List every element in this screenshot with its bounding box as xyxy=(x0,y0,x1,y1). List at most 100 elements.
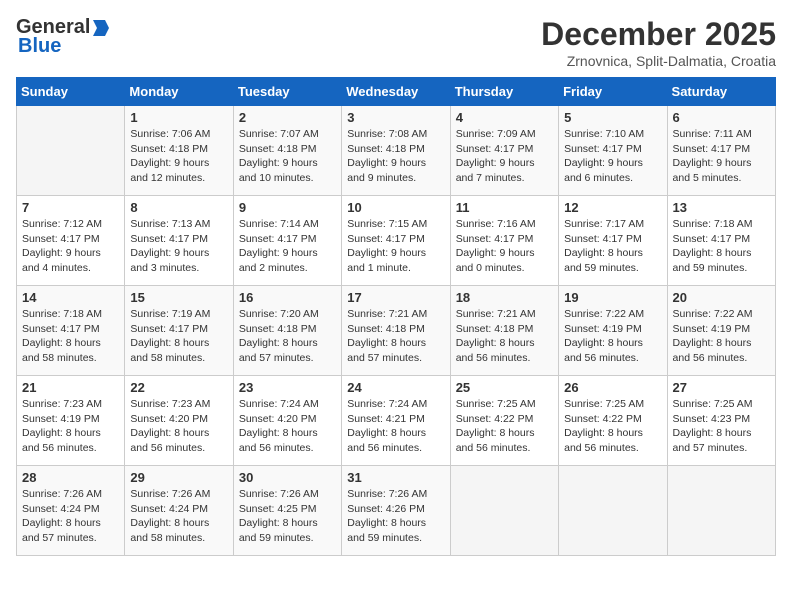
day-number: 3 xyxy=(347,110,444,125)
day-info: Sunrise: 7:10 AMSunset: 4:17 PMDaylight:… xyxy=(564,127,661,186)
logo-icon xyxy=(91,18,111,38)
calendar-cell: 12 Sunrise: 7:17 AMSunset: 4:17 PMDayligh… xyxy=(559,196,667,286)
day-number: 7 xyxy=(22,200,119,215)
calendar-cell: 24Sunrise: 7:24 AMSunset: 4:21 PMDayligh… xyxy=(342,376,450,466)
day-number: 29 xyxy=(130,470,227,485)
header-sunday: Sunday xyxy=(17,78,125,106)
calendar-week-row: 1 Sunrise: 7:06 AMSunset: 4:18 PMDaylight… xyxy=(17,106,776,196)
day-info: Sunrise: 7:11 AMSunset: 4:17 PMDaylight:… xyxy=(673,127,770,186)
day-info: Sunrise: 7:18 AMSunset: 4:17 PMDaylight:… xyxy=(673,217,770,276)
day-number: 16 xyxy=(239,290,336,305)
calendar-cell: 13 Sunrise: 7:18 AMSunset: 4:17 PMDayligh… xyxy=(667,196,775,286)
calendar-cell: 15Sunrise: 7:19 AMSunset: 4:17 PMDayligh… xyxy=(125,286,233,376)
day-info: Sunrise: 7:12 AMSunset: 4:17 PMDaylight:… xyxy=(22,217,119,276)
day-number: 17 xyxy=(347,290,444,305)
header-saturday: Saturday xyxy=(667,78,775,106)
day-info: Sunrise: 7:17 AMSunset: 4:17 PMDaylight:… xyxy=(564,217,661,276)
calendar-cell: 26Sunrise: 7:25 AMSunset: 4:22 PMDayligh… xyxy=(559,376,667,466)
day-info: Sunrise: 7:06 AMSunset: 4:18 PMDaylight:… xyxy=(130,127,227,186)
calendar-week-row: 28 Sunrise: 7:26 AMSunset: 4:24 PMDayligh… xyxy=(17,466,776,556)
calendar-cell: 23 Sunrise: 7:24 AMSunset: 4:20 PMDayligh… xyxy=(233,376,341,466)
calendar-cell: 21 Sunrise: 7:23 AMSunset: 4:19 PMDayligh… xyxy=(17,376,125,466)
day-number: 21 xyxy=(22,380,119,395)
day-number: 28 xyxy=(22,470,119,485)
calendar-cell xyxy=(17,106,125,196)
calendar-cell: 16 Sunrise: 7:20 AMSunset: 4:18 PMDayligh… xyxy=(233,286,341,376)
calendar-cell: 10 Sunrise: 7:15 AMSunset: 4:17 PMDayligh… xyxy=(342,196,450,286)
calendar-cell: 6 Sunrise: 7:11 AMSunset: 4:17 PMDaylight… xyxy=(667,106,775,196)
day-number: 1 xyxy=(130,110,227,125)
logo-blue: Blue xyxy=(18,35,61,58)
calendar-cell: 30Sunrise: 7:26 AMSunset: 4:25 PMDayligh… xyxy=(233,466,341,556)
day-number: 19 xyxy=(564,290,661,305)
day-info: Sunrise: 7:21 AMSunset: 4:18 PMDaylight:… xyxy=(347,307,444,366)
day-info: Sunrise: 7:26 AMSunset: 4:26 PMDaylight:… xyxy=(347,487,444,546)
calendar-cell: 18 Sunrise: 7:21 AMSunset: 4:18 PMDayligh… xyxy=(450,286,558,376)
calendar-cell: 9Sunrise: 7:14 AMSunset: 4:17 PMDaylight… xyxy=(233,196,341,286)
header-wednesday: Wednesday xyxy=(342,78,450,106)
day-number: 6 xyxy=(673,110,770,125)
calendar-cell: 7 Sunrise: 7:12 AMSunset: 4:17 PMDaylight… xyxy=(17,196,125,286)
day-number: 25 xyxy=(456,380,553,395)
calendar-cell: 27Sunrise: 7:25 AMSunset: 4:23 PMDayligh… xyxy=(667,376,775,466)
day-number: 12 xyxy=(564,200,661,215)
day-number: 13 xyxy=(673,200,770,215)
day-number: 20 xyxy=(673,290,770,305)
calendar-header-row: SundayMondayTuesdayWednesdayThursdayFrid… xyxy=(17,78,776,106)
calendar-cell xyxy=(559,466,667,556)
day-info: Sunrise: 7:26 AMSunset: 4:24 PMDaylight:… xyxy=(130,487,227,546)
logo: General Blue xyxy=(16,16,112,58)
header-thursday: Thursday xyxy=(450,78,558,106)
calendar-cell: 29 Sunrise: 7:26 AMSunset: 4:24 PMDayligh… xyxy=(125,466,233,556)
calendar-week-row: 21 Sunrise: 7:23 AMSunset: 4:19 PMDayligh… xyxy=(17,376,776,466)
day-number: 27 xyxy=(673,380,770,395)
calendar-cell xyxy=(667,466,775,556)
day-info: Sunrise: 7:15 AMSunset: 4:17 PMDaylight:… xyxy=(347,217,444,276)
header-tuesday: Tuesday xyxy=(233,78,341,106)
day-info: Sunrise: 7:24 AMSunset: 4:20 PMDaylight:… xyxy=(239,397,336,456)
day-info: Sunrise: 7:22 AMSunset: 4:19 PMDaylight:… xyxy=(673,307,770,366)
calendar-cell: 5 Sunrise: 7:10 AMSunset: 4:17 PMDaylight… xyxy=(559,106,667,196)
day-number: 24 xyxy=(347,380,444,395)
calendar-cell: 4 Sunrise: 7:09 AMSunset: 4:17 PMDaylight… xyxy=(450,106,558,196)
day-number: 5 xyxy=(564,110,661,125)
day-info: Sunrise: 7:25 AMSunset: 4:22 PMDaylight:… xyxy=(456,397,553,456)
day-info: Sunrise: 7:23 AMSunset: 4:19 PMDaylight:… xyxy=(22,397,119,456)
day-info: Sunrise: 7:18 AMSunset: 4:17 PMDaylight:… xyxy=(22,307,119,366)
day-number: 30 xyxy=(239,470,336,485)
calendar-cell: 14 Sunrise: 7:18 AMSunset: 4:17 PMDayligh… xyxy=(17,286,125,376)
calendar-week-row: 7 Sunrise: 7:12 AMSunset: 4:17 PMDaylight… xyxy=(17,196,776,286)
calendar-cell: 25 Sunrise: 7:25 AMSunset: 4:22 PMDayligh… xyxy=(450,376,558,466)
day-info: Sunrise: 7:26 AMSunset: 4:24 PMDaylight:… xyxy=(22,487,119,546)
day-number: 10 xyxy=(347,200,444,215)
calendar-cell: 8Sunrise: 7:13 AMSunset: 4:17 PMDaylight… xyxy=(125,196,233,286)
calendar-cell: 31 Sunrise: 7:26 AMSunset: 4:26 PMDayligh… xyxy=(342,466,450,556)
month-title: December 2025 xyxy=(541,16,776,53)
calendar-cell: 20 Sunrise: 7:22 AMSunset: 4:19 PMDayligh… xyxy=(667,286,775,376)
day-number: 31 xyxy=(347,470,444,485)
day-number: 18 xyxy=(456,290,553,305)
calendar-cell: 19Sunrise: 7:22 AMSunset: 4:19 PMDayligh… xyxy=(559,286,667,376)
day-info: Sunrise: 7:20 AMSunset: 4:18 PMDaylight:… xyxy=(239,307,336,366)
calendar-cell: 28 Sunrise: 7:26 AMSunset: 4:24 PMDayligh… xyxy=(17,466,125,556)
day-info: Sunrise: 7:21 AMSunset: 4:18 PMDaylight:… xyxy=(456,307,553,366)
day-number: 14 xyxy=(22,290,119,305)
day-number: 2 xyxy=(239,110,336,125)
day-info: Sunrise: 7:08 AMSunset: 4:18 PMDaylight:… xyxy=(347,127,444,186)
day-info: Sunrise: 7:13 AMSunset: 4:17 PMDaylight:… xyxy=(130,217,227,276)
location-subtitle: Zrnovnica, Split-Dalmatia, Croatia xyxy=(541,53,776,69)
calendar-cell: 11Sunrise: 7:16 AMSunset: 4:17 PMDayligh… xyxy=(450,196,558,286)
day-number: 22 xyxy=(130,380,227,395)
header-monday: Monday xyxy=(125,78,233,106)
day-info: Sunrise: 7:23 AMSunset: 4:20 PMDaylight:… xyxy=(130,397,227,456)
day-number: 4 xyxy=(456,110,553,125)
day-info: Sunrise: 7:09 AMSunset: 4:17 PMDaylight:… xyxy=(456,127,553,186)
day-info: Sunrise: 7:25 AMSunset: 4:22 PMDaylight:… xyxy=(564,397,661,456)
calendar-cell: 3 Sunrise: 7:08 AMSunset: 4:18 PMDaylight… xyxy=(342,106,450,196)
calendar-table: SundayMondayTuesdayWednesdayThursdayFrid… xyxy=(16,77,776,556)
title-section: December 2025 Zrnovnica, Split-Dalmatia,… xyxy=(541,16,776,69)
calendar-cell: 2Sunrise: 7:07 AMSunset: 4:18 PMDaylight… xyxy=(233,106,341,196)
day-number: 23 xyxy=(239,380,336,395)
day-number: 15 xyxy=(130,290,227,305)
calendar-cell: 22 Sunrise: 7:23 AMSunset: 4:20 PMDayligh… xyxy=(125,376,233,466)
